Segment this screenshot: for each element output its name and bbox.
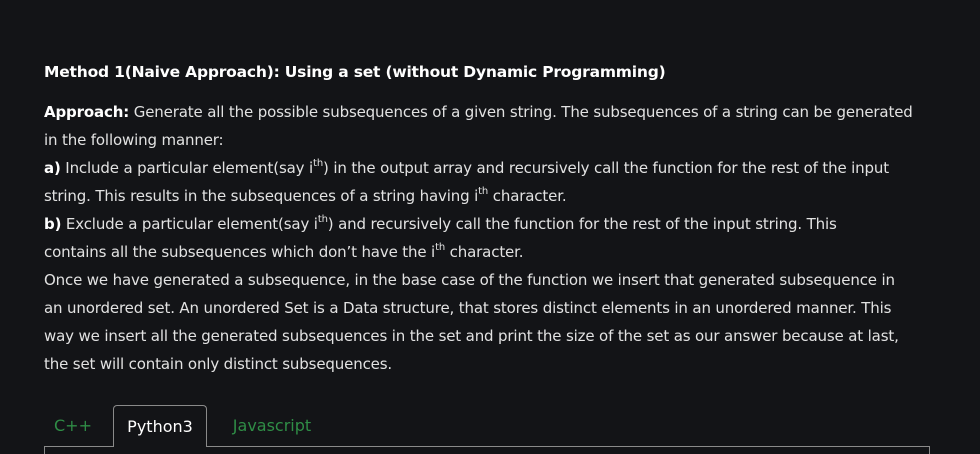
step-a-line2-sup: th bbox=[478, 186, 489, 197]
step-b-label: b) bbox=[44, 215, 62, 233]
approach-line-1: Approach: Generate all the possible subs… bbox=[44, 98, 944, 126]
tab-cpp[interactable]: C++ bbox=[44, 405, 102, 446]
step-a-line-1: a) Include a particular element(say ith)… bbox=[44, 154, 944, 182]
step-b-line2-sup: th bbox=[435, 242, 446, 253]
code-panel bbox=[44, 446, 930, 454]
step-a-line2-pre: string. This results in the subsequences… bbox=[44, 187, 479, 205]
step-b-line-2: contains all the subsequences which don’… bbox=[44, 238, 944, 266]
step-b-sup: th bbox=[317, 214, 328, 225]
article-content: Method 1(Naive Approach): Using a set (w… bbox=[44, 60, 944, 378]
approach-line-2: in the following manner: bbox=[44, 131, 224, 149]
step-b-line-1: b) Exclude a particular element(say ith)… bbox=[44, 210, 944, 238]
step-b-line2-post: character. bbox=[445, 243, 524, 261]
tab-python3[interactable]: Python3 bbox=[113, 405, 207, 447]
paragraph-line-4: the set will contain only distinct subse… bbox=[44, 355, 393, 373]
code-language-tabs: C++ Python3 Javascript bbox=[44, 405, 930, 454]
approach-label: Approach: bbox=[44, 103, 130, 121]
section-heading: Method 1(Naive Approach): Using a set (w… bbox=[44, 63, 666, 81]
step-b-line2-pre: contains all the subsequences which don’… bbox=[44, 243, 436, 261]
paragraph-line-3: way we insert all the generated subseque… bbox=[44, 327, 899, 345]
step-b-text-post: ) and recursively call the function for … bbox=[327, 215, 837, 233]
step-a-text-post: ) in the output array and recursively ca… bbox=[323, 159, 890, 177]
tab-javascript[interactable]: Javascript bbox=[217, 405, 327, 446]
paragraph-line-1: Once we have generated a subsequence, in… bbox=[44, 271, 895, 289]
approach-text-1: Generate all the possible subsequences o… bbox=[129, 103, 913, 121]
step-a-sup: th bbox=[313, 158, 324, 169]
step-a-text-pre: Include a particular element(say i bbox=[60, 159, 314, 177]
step-a-line2-post: character. bbox=[488, 187, 567, 205]
step-a-label: a) bbox=[44, 159, 61, 177]
paragraph-line-2: an unordered set. An unordered Set is a … bbox=[44, 299, 892, 317]
step-a-line-2: string. This results in the subsequences… bbox=[44, 182, 944, 210]
step-b-text-pre: Exclude a particular element(say i bbox=[61, 215, 318, 233]
article-body: Approach: Generate all the possible subs… bbox=[44, 98, 944, 378]
